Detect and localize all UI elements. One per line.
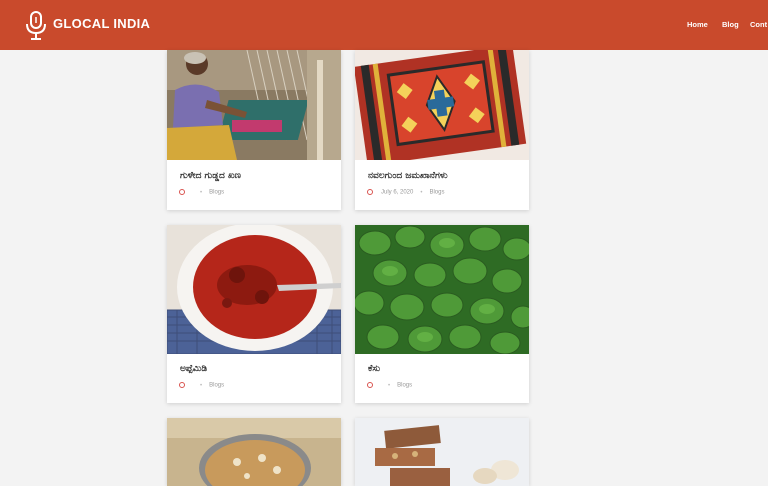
- card-category[interactable]: Blogs: [397, 383, 412, 389]
- card-date: July 6, 2020: [381, 189, 414, 196]
- blog-card[interactable]: ಅಪ್ಪೆಮಿಡಿ • Blogs: [167, 225, 341, 403]
- card-meta: • Blogs: [179, 189, 224, 196]
- clock-icon: [367, 189, 373, 195]
- site-header: GLOCAL INDIA Home Blog Cont: [0, 0, 768, 50]
- card-meta: • Blogs: [367, 382, 412, 389]
- blog-card[interactable]: [355, 418, 529, 486]
- card-meta: July 6, 2020 • Blogs: [367, 189, 444, 196]
- card-category[interactable]: Blogs: [209, 383, 224, 389]
- card-meta: • Blogs: [179, 382, 224, 389]
- card-image-carpet[interactable]: [355, 50, 529, 160]
- card-title[interactable]: ನವಲಗುಂದ ಜಮಖಾನೆಗಳು: [368, 171, 448, 181]
- blog-card[interactable]: ಗುಳೇದ ಗುಡ್ಡದ ಖಣ • Blogs: [167, 50, 341, 210]
- card-image-sweet-dish[interactable]: [167, 418, 341, 486]
- card-image-leaves[interactable]: [355, 225, 529, 354]
- brand-name[interactable]: GLOCAL INDIA: [53, 16, 150, 31]
- card-title[interactable]: ಕೆಸು: [368, 364, 380, 374]
- card-category[interactable]: Blogs: [209, 190, 224, 196]
- blog-card[interactable]: ನವಲಗುಂದ ಜಮಖಾನೆಗಳು July 6, 2020 • Blogs: [355, 50, 529, 210]
- clock-icon: [179, 382, 185, 388]
- card-category[interactable]: Blogs: [429, 190, 444, 196]
- blog-card[interactable]: ಕೆಸು • Blogs: [355, 225, 529, 403]
- clock-icon: [367, 382, 373, 388]
- card-image-pickle[interactable]: [167, 225, 341, 354]
- microphone-logo-icon[interactable]: [24, 11, 48, 41]
- blog-card[interactable]: [167, 418, 341, 486]
- nav-link-blog[interactable]: Blog: [722, 20, 739, 29]
- clock-icon: [179, 189, 185, 195]
- nav-link-contact[interactable]: Cont: [750, 20, 767, 29]
- nav-link-home[interactable]: Home: [687, 20, 708, 29]
- card-image-weaving[interactable]: [167, 50, 341, 160]
- card-title[interactable]: ಗುಳೇದ ಗುಡ್ಡದ ಖಣ: [180, 171, 241, 181]
- card-title[interactable]: ಅಪ್ಪೆಮಿಡಿ: [180, 364, 207, 374]
- card-image-dry-fruit-sweets[interactable]: [355, 418, 529, 486]
